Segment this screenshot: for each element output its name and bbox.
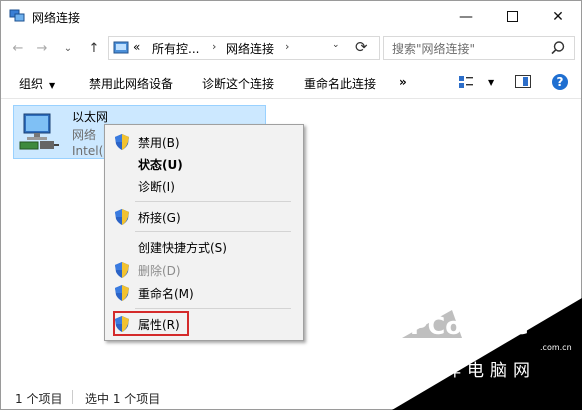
uac-shield-icon (115, 285, 129, 301)
control-panel-icon (113, 41, 129, 54)
title-bar: 网络连接 — ✕ (1, 1, 581, 32)
connection-name: 以太网 (72, 110, 109, 124)
selected-count: 选中 1 个项目 (85, 392, 161, 406)
view-options-icon[interactable] (458, 74, 474, 90)
help-icon[interactable]: ? (552, 74, 568, 90)
ethernet-adapter-icon (19, 113, 59, 150)
up-arrow-icon[interactable]: ↑ (85, 40, 103, 58)
forward-arrow-icon[interactable]: → (33, 40, 51, 58)
watermark: PConline .com.cn 太平洋电脑网 (392, 298, 582, 410)
context-menu: 禁用(B) 状态(U) 诊断(I) 桥接(G) 创建快捷方式(S) 删除(D) … (104, 124, 304, 341)
window-title: 网络连接 (32, 11, 81, 25)
maximize-button[interactable] (489, 1, 535, 32)
recent-locations-chevron-icon[interactable]: ⌄ (59, 40, 77, 58)
watermark-brand: PConline (410, 312, 529, 340)
uac-shield-icon (115, 262, 129, 278)
menu-label: 删除(D) (138, 264, 181, 278)
uac-shield-icon (115, 209, 129, 225)
address-bar[interactable]: « 所有控... › 网络连接 › ⌄ ⟳ (108, 36, 380, 60)
disable-device-button[interactable]: 禁用此网络设备 (89, 75, 173, 92)
breadcrumb-control-panel[interactable]: 所有控... (152, 40, 199, 57)
close-button[interactable]: ✕ (535, 1, 581, 32)
uac-shield-icon (115, 134, 129, 150)
menu-item-bridge[interactable]: 桥接(G) (105, 206, 303, 228)
menu-separator (135, 231, 291, 232)
search-icon (551, 41, 565, 55)
organize-button[interactable]: 组织 ▼ (19, 75, 55, 92)
search-box[interactable]: 搜索"网络连接" (383, 36, 575, 60)
minimize-button[interactable]: — (443, 1, 489, 32)
network-connections-icon (9, 9, 25, 22)
menu-label: 重命名(M) (138, 287, 194, 301)
back-arrow-icon[interactable]: ← (9, 40, 27, 58)
preview-pane-icon[interactable] (515, 75, 531, 88)
breadcrumb-prefix[interactable]: « (133, 40, 140, 54)
menu-label: 桥接(G) (138, 211, 181, 225)
command-bar: 组织 ▼ 禁用此网络设备 诊断这个连接 重命名此连接 » ▼ ? (1, 66, 581, 99)
refresh-icon[interactable]: ⟳ (355, 38, 368, 56)
breadcrumb-separator-icon[interactable]: › (285, 40, 289, 53)
menu-item-status[interactable]: 状态(U) (105, 153, 303, 175)
breadcrumb-network-connections[interactable]: 网络连接 (226, 40, 274, 57)
rename-connection-button[interactable]: 重命名此连接 (304, 75, 376, 92)
watermark-domain: .com.cn (540, 343, 572, 352)
caret-down-icon: ▼ (49, 81, 56, 90)
more-commands-button[interactable]: » (399, 75, 407, 89)
watermark-chinese: 太平洋电脑网 (398, 361, 536, 381)
highlight-box (113, 311, 189, 336)
menu-label: 禁用(B) (138, 136, 180, 150)
address-dropdown-icon[interactable]: ⌄ (332, 40, 340, 50)
menu-item-disable[interactable]: 禁用(B) (105, 131, 303, 153)
diagnose-button[interactable]: 诊断这个连接 (202, 75, 274, 92)
menu-item-rename[interactable]: 重命名(M) (105, 282, 303, 304)
view-dropdown-icon[interactable]: ▼ (488, 78, 494, 87)
menu-separator (135, 201, 291, 202)
breadcrumb-separator-icon[interactable]: › (212, 40, 216, 53)
status-divider (72, 390, 73, 404)
search-placeholder: 搜索"网络连接" (392, 42, 476, 56)
menu-item-diagnose[interactable]: 诊断(I) (105, 175, 303, 197)
navigation-bar: ← → ⌄ ↑ « 所有控... › 网络连接 › ⌄ ⟳ 搜索"网络连接" (1, 32, 581, 66)
organize-label: 组织 (19, 77, 44, 91)
menu-item-create-shortcut[interactable]: 创建快捷方式(S) (105, 236, 303, 258)
menu-label: 状态(U) (138, 158, 183, 172)
close-icon: ✕ (552, 8, 564, 25)
connection-status: 网络 (72, 128, 97, 142)
menu-separator (135, 308, 291, 309)
maximize-icon (506, 11, 518, 22)
menu-label: 诊断(I) (138, 180, 175, 194)
item-count: 1 个项目 (15, 392, 63, 406)
minimize-icon: — (459, 8, 473, 25)
menu-label: 创建快捷方式(S) (138, 241, 227, 255)
menu-item-delete: 删除(D) (105, 259, 303, 281)
